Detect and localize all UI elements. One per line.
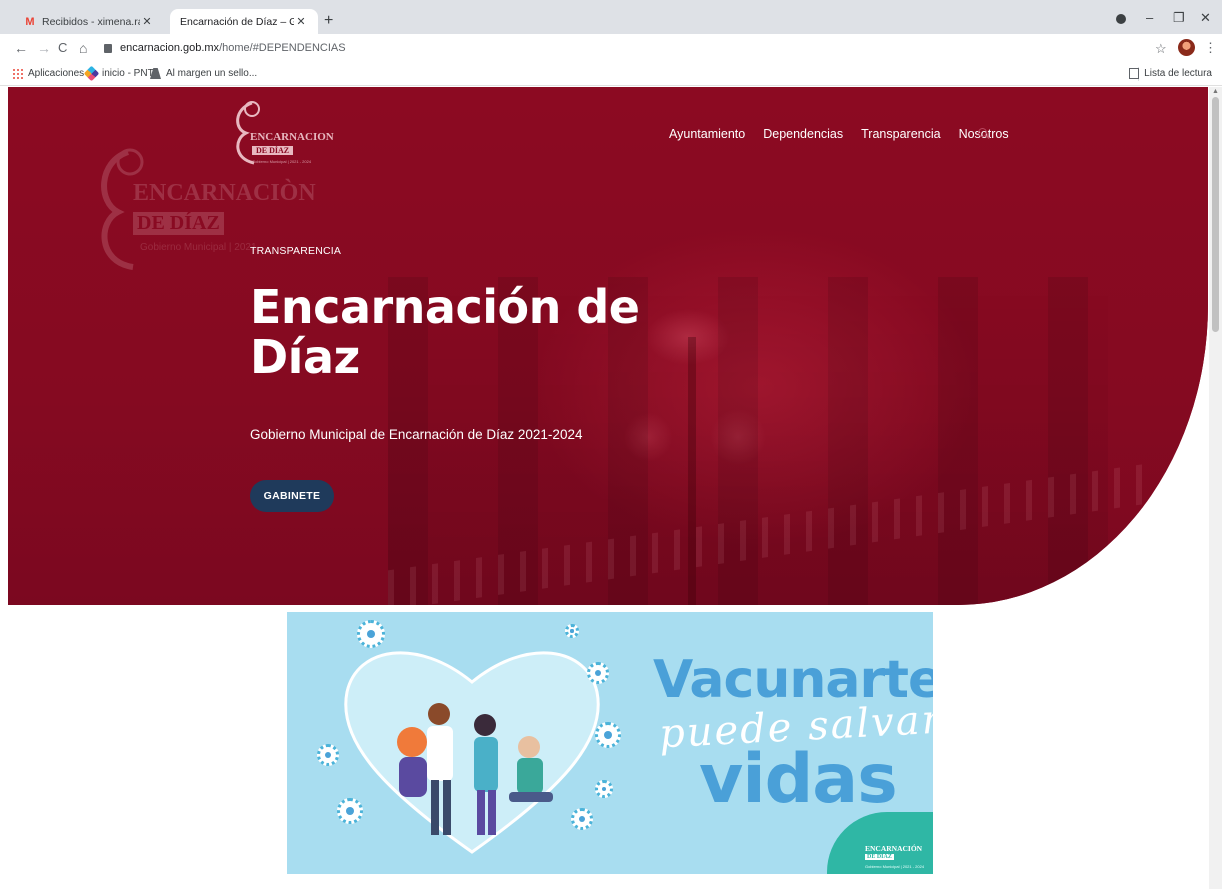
hero-eyebrow: TRANSPARENCIA: [250, 245, 342, 257]
tab-title: Recibidos - ximena.raygoza@ite: [42, 15, 140, 28]
bookmark-al-margen[interactable]: Al margen un sello...: [150, 68, 257, 79]
banner-logo-sub: Gobierno Municipal | 2021 - 2024: [865, 864, 925, 869]
virus-icon: [587, 662, 609, 684]
hero-section: ENCARNACIÒN DE DÍAZ Gobierno Municipal |…: [8, 87, 1208, 605]
gabinete-button[interactable]: GABINETE: [250, 480, 334, 512]
hero-title: Encarnación de Díaz: [250, 282, 670, 382]
forward-icon[interactable]: →: [37, 40, 51, 56]
restore-button[interactable]: ❐: [1173, 10, 1185, 26]
banner-line3: vidas: [699, 740, 898, 819]
hero-subtitle: Gobierno Municipal de Encarnación de Día…: [250, 427, 583, 442]
minimize-button[interactable]: –: [1146, 10, 1153, 25]
new-tab-button[interactable]: +: [324, 12, 333, 30]
home-icon[interactable]: ⌂: [79, 40, 87, 56]
tab-close-icon[interactable]: ✕: [140, 15, 154, 28]
bookmark-pnt[interactable]: inicio - PNT: [83, 65, 154, 82]
tab-title: Encarnación de Díaz – Gobierno: [180, 15, 294, 28]
back-icon[interactable]: ←: [14, 40, 28, 56]
crest-icon: [101, 148, 144, 270]
page-viewport: ENCARNACIÒN DE DÍAZ Gobierno Municipal |…: [0, 87, 1222, 889]
lock-icon: [104, 43, 112, 53]
virus-icon: [337, 798, 363, 824]
hero-title-line1: Encarnación de: [250, 280, 640, 334]
watermark-logo-line1: ENCARNACIÒN: [133, 180, 316, 206]
gmail-icon: M: [25, 15, 35, 28]
tab-close-icon[interactable]: ✕: [294, 15, 308, 28]
tab-encarnacion[interactable]: Encarnación de Díaz – Gobierno ✕: [170, 9, 318, 34]
address-bar[interactable]: encarnacion.gob.mx /home/#DEPENDENCIAS: [100, 39, 1120, 57]
document-icon: [150, 68, 161, 79]
virus-icon: [317, 744, 339, 766]
browser-tab-bar: M Recibidos - ximena.raygoza@ite ✕ Encar…: [0, 0, 1222, 34]
bookmarks-bar: Aplicaciones inicio - PNT Al margen un s…: [0, 62, 1222, 86]
logo-line2: DE DÍAZ: [252, 146, 294, 155]
scrollbar-thumb[interactable]: [1212, 97, 1219, 332]
virus-icon: [595, 780, 613, 798]
hero-title-line2: Díaz: [250, 330, 360, 384]
logo-sub: Gobierno Municipal | 2021 - 2024: [252, 159, 312, 164]
url-domain: encarnacion.gob.mx: [120, 42, 220, 54]
browser-toolbar: ← → C ⌂ encarnacion.gob.mx /home/#DEPEND…: [0, 34, 1222, 62]
menu-icon[interactable]: ⋮: [1204, 40, 1217, 56]
logo-line1: ENCARNACION: [250, 131, 334, 143]
bookmark-label: Al margen un sello...: [166, 68, 258, 79]
bookmark-aplicaciones[interactable]: Aplicaciones: [12, 68, 84, 79]
main-nav: Ayuntamiento Dependencias Transparencia …: [669, 127, 1027, 141]
reading-list-button[interactable]: Lista de lectura: [1129, 68, 1212, 79]
scroll-up-icon[interactable]: ▲: [1212, 88, 1219, 95]
site-logo[interactable]: ENCARNACION DE DÍAZ Gobierno Municipal |…: [230, 97, 340, 167]
banner-logo-line1: ENCARNACIÓN: [865, 844, 923, 853]
apps-grid-icon: [12, 68, 23, 79]
pnt-icon: [83, 65, 100, 82]
extension-icon[interactable]: [1116, 14, 1126, 24]
page-scrollbar[interactable]: ▲: [1209, 87, 1222, 889]
watermark-logo-sub: Gobierno Municipal | 2021: [140, 242, 257, 253]
reading-list-label: Lista de lectura: [1144, 68, 1212, 79]
search-icon[interactable]: [978, 128, 987, 137]
reload-icon[interactable]: C: [58, 40, 67, 55]
virus-icon: [565, 624, 579, 638]
bookmark-label: inicio - PNT: [102, 68, 154, 79]
heart-illustration: [344, 651, 600, 854]
profile-avatar[interactable]: [1178, 39, 1195, 56]
lamp-post-image: [688, 337, 696, 605]
virus-icon: [571, 808, 593, 830]
bookmark-star-icon[interactable]: ☆: [1155, 41, 1167, 57]
tab-gmail[interactable]: M Recibidos - ximena.raygoza@ite ✕: [14, 9, 164, 34]
bookmark-label: Aplicaciones: [28, 68, 85, 79]
watermark-logo-line2: DE DÍAZ: [133, 212, 224, 235]
reading-list-icon: [1129, 68, 1140, 79]
vaccine-banner[interactable]: Vacunarte puede salvar vidas ENCARNACIÓN…: [287, 612, 933, 874]
virus-icon: [357, 620, 385, 648]
url-path: /home/#DEPENDENCIAS: [219, 42, 346, 54]
close-window-button[interactable]: ✕: [1200, 10, 1211, 26]
banner-logo-line2: DE DÍAZ: [865, 854, 894, 860]
nav-dependencias[interactable]: Dependencias: [763, 127, 843, 141]
nav-transparencia[interactable]: Transparencia: [861, 127, 940, 141]
virus-icon: [595, 722, 621, 748]
nav-ayuntamiento[interactable]: Ayuntamiento: [669, 127, 745, 141]
